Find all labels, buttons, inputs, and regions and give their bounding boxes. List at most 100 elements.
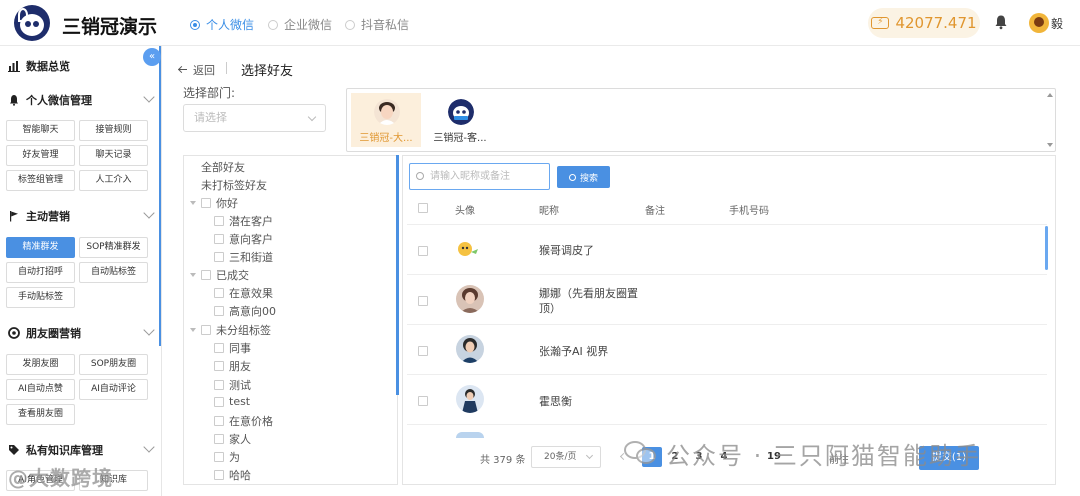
sidebar-item-sop-broadcast[interactable]: SOP精准群发 <box>79 237 148 258</box>
checkbox[interactable] <box>214 306 224 316</box>
tree-node-label: 家人 <box>229 433 251 446</box>
expand-caret-icon[interactable] <box>190 328 196 332</box>
app-title: 三销冠演示 <box>62 16 158 38</box>
sidebar-section-knowledge-base[interactable]: 私有知识库管理 <box>8 441 155 458</box>
user-avatar[interactable] <box>1029 13 1049 33</box>
friend-list-scrollbar[interactable] <box>1045 226 1048 270</box>
row-checkbox[interactable] <box>418 296 428 306</box>
tree-node[interactable]: 意向客户 <box>214 231 273 247</box>
tree-scrollbar[interactable] <box>396 155 399 395</box>
section-title: 主动营销 <box>26 210 70 223</box>
checkbox[interactable] <box>201 270 211 280</box>
row-checkbox[interactable] <box>418 396 428 406</box>
checkbox[interactable] <box>214 380 224 390</box>
row-checkbox[interactable] <box>418 246 428 256</box>
dept-select[interactable]: 请选择 <box>183 104 326 132</box>
scroll-up-icon[interactable] <box>1047 93 1053 97</box>
sidebar-item-chat-history[interactable]: 聊天记录 <box>79 145 148 166</box>
tree-node[interactable]: 在意价格 <box>214 413 273 429</box>
scroll-down-icon[interactable] <box>1047 143 1053 147</box>
sidebar-section-personal-wechat[interactable]: 个人微信管理 <box>8 91 155 108</box>
sidebar-item-auto-greeting[interactable]: 自动打招呼 <box>6 262 75 283</box>
checkbox[interactable] <box>214 416 224 426</box>
user-name[interactable]: 毅 <box>1051 15 1063 32</box>
tab-personal-wechat[interactable]: 个人微信 <box>190 16 254 33</box>
column-header-avatar: 头像 <box>455 206 475 217</box>
account-card[interactable]: 三销冠-客... <box>425 93 495 147</box>
tree-node[interactable]: 潜在客户 <box>214 213 273 229</box>
sidebar-section-data-overview[interactable]: 数据总览 <box>8 58 153 74</box>
checkbox[interactable] <box>201 325 211 335</box>
tree-node[interactable]: 朋友 <box>214 358 251 374</box>
balance-value: 42077.471 <box>895 14 977 32</box>
checkbox[interactable] <box>214 234 224 244</box>
tree-node[interactable]: 为 <box>214 449 240 465</box>
account-scrollbar[interactable] <box>1047 91 1053 149</box>
checkbox[interactable] <box>214 452 224 462</box>
top-bar: 三销冠演示 个人微信 企业微信 抖音私信 ⚡ 42077.471 毅 <box>0 0 1080 46</box>
sidebar-item-sop-moments[interactable]: SOP朋友圈 <box>79 354 148 375</box>
sidebar-item-precise-broadcast[interactable]: 精准群发 <box>6 237 75 258</box>
tree-node[interactable]: 家人 <box>214 431 251 447</box>
tree-node[interactable]: 在意效果 <box>214 285 273 301</box>
checkbox[interactable] <box>214 396 224 407</box>
checkbox[interactable] <box>214 288 224 298</box>
tree-node-label: 为 <box>229 451 240 464</box>
tab-enterprise-wechat[interactable]: 企业微信 <box>268 16 332 33</box>
expand-caret-icon[interactable] <box>190 201 196 205</box>
sidebar-item-auto-tagging[interactable]: 自动贴标签 <box>79 262 148 283</box>
sidebar-item-smart-chat[interactable]: 智能聊天 <box>6 120 75 141</box>
sidebar-item-ai-auto-comment[interactable]: AI自动评论 <box>79 379 148 400</box>
tree-node[interactable]: 未打标签好友 <box>201 177 267 193</box>
account-card[interactable]: 三销冠-大... <box>351 93 421 147</box>
checkbox[interactable] <box>201 198 211 208</box>
sidebar-item-tag-group[interactable]: 标签组管理 <box>6 170 75 191</box>
tree-node[interactable]: 同事 <box>214 340 251 356</box>
sidebar-scrollbar[interactable] <box>159 46 161 346</box>
sidebar-item-view-moments[interactable]: 查看朋友圈 <box>6 404 75 425</box>
account-name: 三销冠-大... <box>359 133 413 144</box>
checkbox[interactable] <box>214 361 224 371</box>
tab-douyin-message[interactable]: 抖音私信 <box>345 16 409 33</box>
watermark-right: 公众号 · 三只阿猫智能助手 <box>624 436 981 470</box>
sidebar-item-manual-tagging[interactable]: 手动贴标签 <box>6 287 75 308</box>
tree-node[interactable]: 未分组标签 <box>190 322 271 338</box>
sidebar-item-ai-auto-like[interactable]: AI自动点赞 <box>6 379 75 400</box>
bar-chart-icon <box>8 61 20 72</box>
sidebar-item-friend-management[interactable]: 好友管理 <box>6 145 75 166</box>
checkbox[interactable] <box>214 470 224 480</box>
sidebar-section-moments-marketing[interactable]: 朋友圈营销 <box>8 324 155 341</box>
row-checkbox[interactable] <box>418 346 428 356</box>
sidebar-item-manual-intervention[interactable]: 人工介入 <box>79 170 148 191</box>
sidebar-section-active-marketing[interactable]: 主动营销 <box>8 207 155 224</box>
back-button[interactable]: 返回 <box>178 62 215 78</box>
tree-node[interactable]: 已成交 <box>190 267 249 283</box>
aperture-icon <box>8 327 20 339</box>
sidebar-item-takeover-rules[interactable]: 接管规则 <box>79 120 148 141</box>
tree-node[interactable]: 高意向00 <box>214 303 276 319</box>
tree-node[interactable]: 三和街道 <box>214 249 273 265</box>
page-size-select[interactable]: 20条/页 <box>531 446 601 468</box>
checkbox[interactable] <box>214 434 224 444</box>
tree-node[interactable]: 哈哈 <box>214 467 251 483</box>
search-button[interactable]: 搜索 <box>557 166 610 188</box>
balance-badge[interactable]: ⚡ 42077.471 <box>868 8 980 38</box>
row-divider <box>407 374 1047 375</box>
bell-icon[interactable] <box>993 14 1009 30</box>
select-all-checkbox[interactable] <box>418 203 428 213</box>
expand-caret-icon[interactable] <box>190 273 196 277</box>
flag-icon <box>10 211 18 222</box>
tree-node[interactable]: 你好 <box>190 195 238 211</box>
chevron-down-icon <box>143 91 155 103</box>
checkbox[interactable] <box>214 343 224 353</box>
tree-node[interactable]: 测试 <box>214 377 251 393</box>
row-divider <box>407 224 1047 225</box>
row-divider <box>407 324 1047 325</box>
sidebar-item-post-moments[interactable]: 发朋友圈 <box>6 354 75 375</box>
checkbox[interactable] <box>214 216 224 226</box>
tree-node[interactable]: test <box>214 395 250 408</box>
search-input[interactable]: 请输入昵称或备注 <box>409 163 550 190</box>
back-label: 返回 <box>193 64 215 77</box>
tree-node[interactable]: 全部好友 <box>201 159 245 175</box>
checkbox[interactable] <box>214 252 224 262</box>
